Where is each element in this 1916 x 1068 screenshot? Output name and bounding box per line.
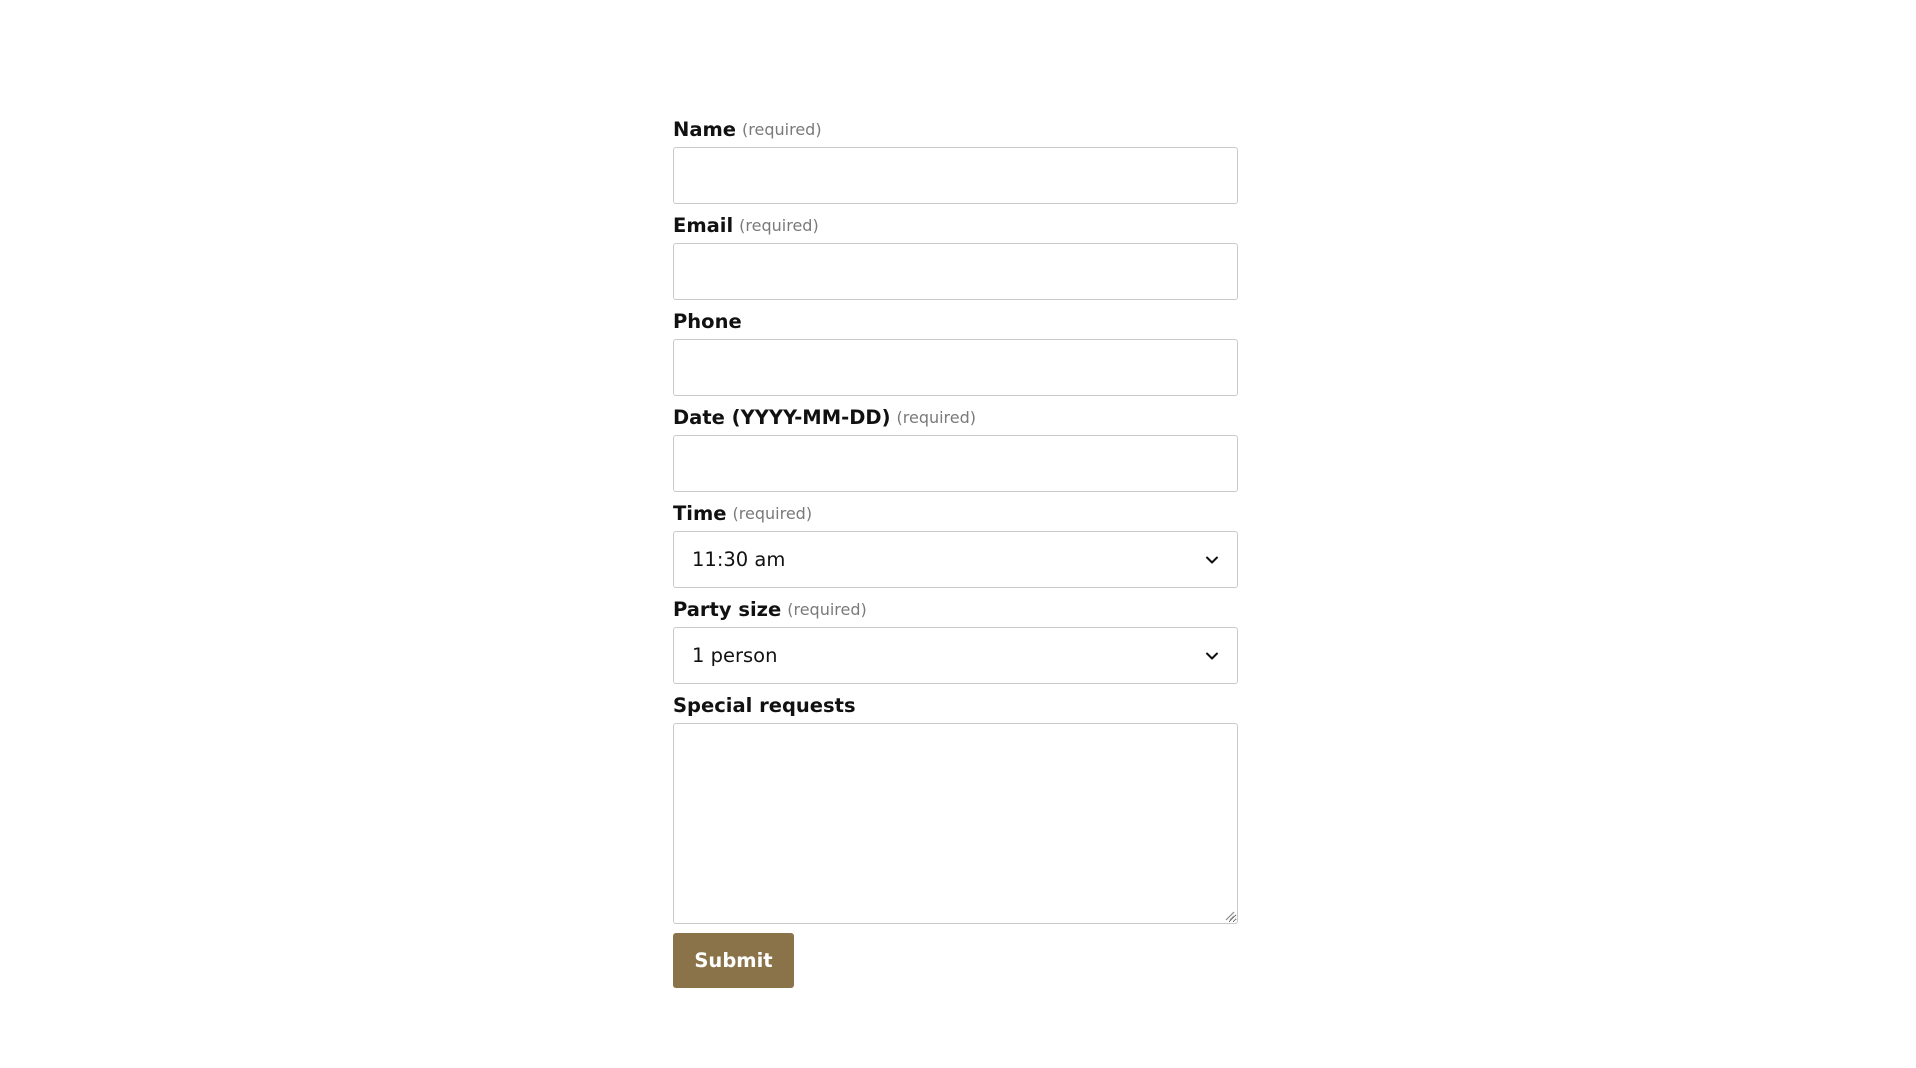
reservation-form: Name (required) Email (required) Phone D… [673,112,1238,988]
phone-field-group: Phone [673,304,1238,396]
chevron-down-icon [1206,556,1218,563]
party-size-select[interactable]: 1 person [673,627,1238,684]
submit-button[interactable]: Submit [673,933,794,988]
special-requests-wrap [673,723,1238,924]
email-required-hint: (required) [739,216,819,235]
phone-input[interactable] [673,339,1238,396]
time-select[interactable]: 11:30 am [673,531,1238,588]
time-label: Time [673,502,727,525]
phone-label-row: Phone [673,304,1238,339]
time-select-value: 11:30 am [692,548,786,571]
name-label-row: Name (required) [673,112,1238,147]
party-size-required-hint: (required) [787,600,867,619]
time-required-hint: (required) [732,504,813,523]
date-label-row: Date (YYYY-MM-DD) (required) [673,400,1238,435]
email-label: Email [673,214,734,237]
special-requests-field-group: Special requests [673,688,1238,924]
phone-label: Phone [673,310,742,333]
special-requests-label: Special requests [673,694,856,717]
email-label-row: Email (required) [673,208,1238,243]
date-required-hint: (required) [896,408,977,427]
name-label: Name [673,118,737,141]
time-field-group: Time (required) 11:30 am [673,496,1238,588]
email-field-group: Email (required) [673,208,1238,300]
chevron-down-icon [1206,652,1218,659]
special-requests-label-row: Special requests [673,688,1238,723]
party-size-label-row: Party size (required) [673,592,1238,627]
name-field-group: Name (required) [673,112,1238,204]
page: Name (required) Email (required) Phone D… [0,0,1916,1068]
time-label-row: Time (required) [673,496,1238,531]
party-size-field-group: Party size (required) 1 person [673,592,1238,684]
name-input[interactable] [673,147,1238,204]
party-size-label: Party size [673,598,782,621]
date-input[interactable] [673,435,1238,492]
email-input[interactable] [673,243,1238,300]
date-field-group: Date (YYYY-MM-DD) (required) [673,400,1238,492]
date-label: Date (YYYY-MM-DD) [673,406,891,429]
resize-grip-icon[interactable] [1223,909,1235,921]
special-requests-textarea[interactable] [673,723,1238,924]
party-size-select-value: 1 person [692,644,778,667]
name-required-hint: (required) [742,120,822,139]
